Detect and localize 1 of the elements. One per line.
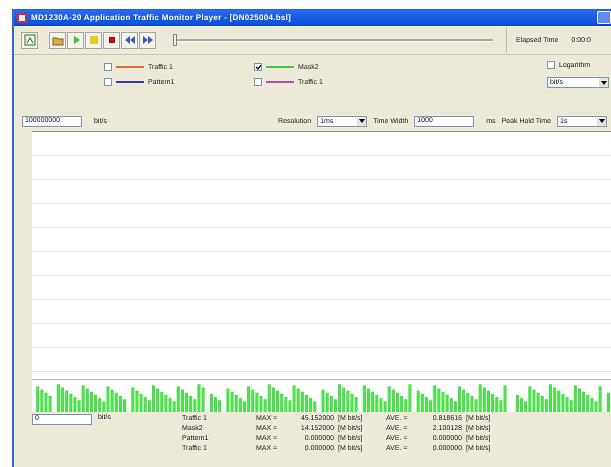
window-title: MD1230A-20 Application Traffic Monitor Player - [DN025004.bsl] [31, 13, 292, 22]
